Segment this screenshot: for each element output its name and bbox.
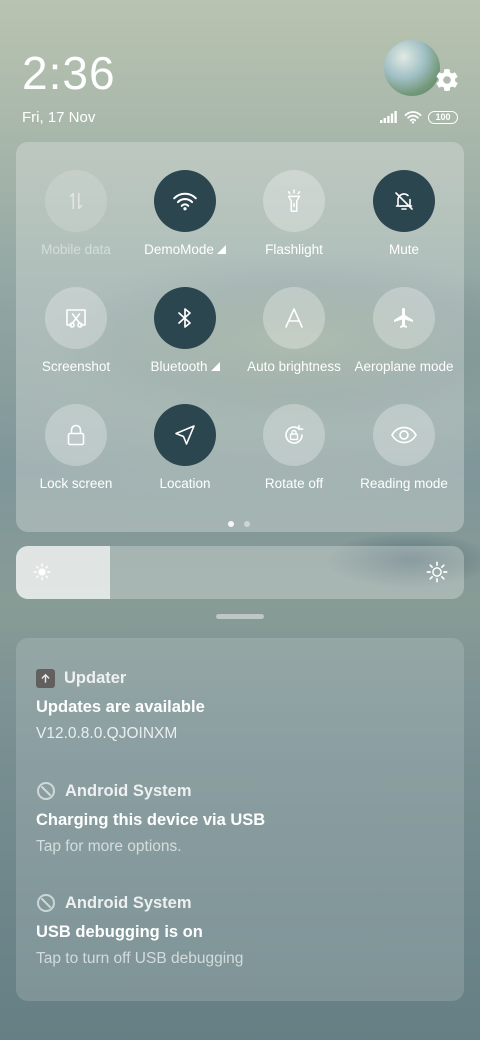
updater-icon — [36, 668, 55, 688]
tile-mute[interactable]: Mute — [349, 170, 459, 257]
lock-icon — [67, 424, 85, 446]
notification-app-name: Android System — [65, 781, 192, 800]
aeroplane-toggle[interactable] — [373, 287, 435, 349]
reading-mode-toggle[interactable] — [373, 404, 435, 466]
location-icon — [175, 425, 195, 445]
tile-location[interactable]: Location — [130, 404, 240, 491]
notification-usb-debugging[interactable]: Android System USB debugging is on Tap t… — [36, 892, 456, 968]
notification-title: USB debugging is on — [36, 923, 203, 941]
mobile-data-toggle[interactable] — [45, 170, 107, 232]
tile-label: DemoMode — [144, 242, 214, 257]
page-dot — [244, 521, 250, 527]
clock[interactable]: 2:36 — [22, 50, 116, 96]
brightness-low-icon — [33, 563, 51, 581]
tile-auto-brightness[interactable]: Auto brightness — [239, 287, 349, 374]
wifi-icon — [173, 192, 197, 211]
auto-brightness-icon — [285, 308, 303, 328]
notification-header: Android System — [36, 780, 456, 802]
brightness-high-icon — [426, 561, 448, 583]
wifi-toggle[interactable] — [154, 170, 216, 232]
notification-updater[interactable]: Updater Updates are available V12.0.8.0.… — [36, 667, 456, 743]
screenshot-icon — [66, 309, 86, 328]
tile-label: Bluetooth — [150, 359, 208, 374]
page-indicator — [228, 521, 250, 527]
tile-reading-mode[interactable]: Reading mode — [349, 404, 459, 491]
expand-corner-icon[interactable] — [216, 245, 226, 254]
rotate-lock-icon — [285, 424, 304, 444]
notification-text: Tap for more options. — [36, 838, 182, 855]
android-system-icon — [37, 782, 55, 800]
tile-aeroplane-mode[interactable]: Aeroplane mode — [349, 287, 459, 374]
status-icons: 100 — [380, 109, 458, 125]
battery-indicator: 100 — [428, 110, 458, 124]
gear-icon[interactable] — [434, 67, 460, 93]
notification-title: Updates are available — [36, 698, 205, 716]
flashlight-icon — [287, 189, 301, 212]
tile-label: Auto brightness — [247, 359, 341, 374]
signal-icon — [380, 111, 397, 123]
tile-label-row: Bluetooth — [130, 359, 240, 374]
wifi-status-icon — [404, 111, 422, 124]
mute-toggle[interactable] — [373, 170, 435, 232]
tile-rotate-off[interactable]: Rotate off — [239, 404, 349, 491]
mobile-data-icon — [69, 192, 83, 210]
tile-label: Location — [159, 476, 211, 491]
tile-lock-screen[interactable]: Lock screen — [21, 404, 131, 491]
bluetooth-toggle[interactable] — [154, 287, 216, 349]
tile-screenshot[interactable]: Screenshot — [21, 287, 131, 374]
notification-title: Charging this device via USB — [36, 811, 266, 829]
notification-app-name: Android System — [65, 893, 192, 912]
tile-label: Reading mode — [360, 476, 448, 491]
tile-label-row: DemoMode — [130, 242, 240, 257]
tile-flashlight[interactable]: Flashlight — [239, 170, 349, 257]
auto-brightness-toggle[interactable] — [263, 287, 325, 349]
notification-header: Android System — [36, 892, 456, 914]
tile-mobile-data[interactable]: Mobile data — [21, 170, 131, 257]
tile-demomode[interactable]: DemoMode — [130, 170, 240, 257]
tile-label: Rotate off — [264, 476, 324, 491]
tile-label: Aeroplane mode — [354, 359, 454, 374]
airplane-icon — [394, 308, 413, 328]
tile-label: Mobile data — [41, 242, 111, 257]
avatar[interactable] — [384, 40, 440, 96]
brightness-slider[interactable] — [16, 546, 464, 599]
flashlight-toggle[interactable] — [263, 170, 325, 232]
notification-text: Tap to turn off USB debugging — [36, 950, 244, 967]
notification-text: V12.0.8.0.QJOINXM — [36, 725, 178, 742]
lock-screen-toggle[interactable] — [45, 404, 107, 466]
tile-bluetooth[interactable]: Bluetooth — [130, 287, 240, 374]
notification-header: Updater — [36, 667, 456, 689]
battery-level: 100 — [435, 111, 451, 122]
android-system-icon — [37, 894, 55, 912]
notification-app-name: Updater — [64, 668, 127, 687]
bluetooth-icon — [178, 308, 191, 328]
tile-label: Lock screen — [39, 476, 113, 491]
tile-label: Screenshot — [41, 359, 111, 374]
tile-label: Flashlight — [265, 242, 323, 257]
expand-corner-icon[interactable] — [210, 362, 220, 371]
date[interactable]: Fri, 17 Nov — [22, 109, 95, 126]
brightness-fill — [16, 546, 111, 599]
notification-usb-charging[interactable]: Android System Charging this device via … — [36, 780, 456, 856]
screenshot-toggle[interactable] — [45, 287, 107, 349]
mute-bell-icon — [395, 192, 413, 210]
drag-handle[interactable] — [216, 614, 264, 619]
location-toggle[interactable] — [154, 404, 216, 466]
tile-label: Mute — [388, 242, 419, 257]
page-dot-active — [228, 521, 234, 527]
eye-icon — [391, 426, 417, 444]
rotate-toggle[interactable] — [263, 404, 325, 466]
